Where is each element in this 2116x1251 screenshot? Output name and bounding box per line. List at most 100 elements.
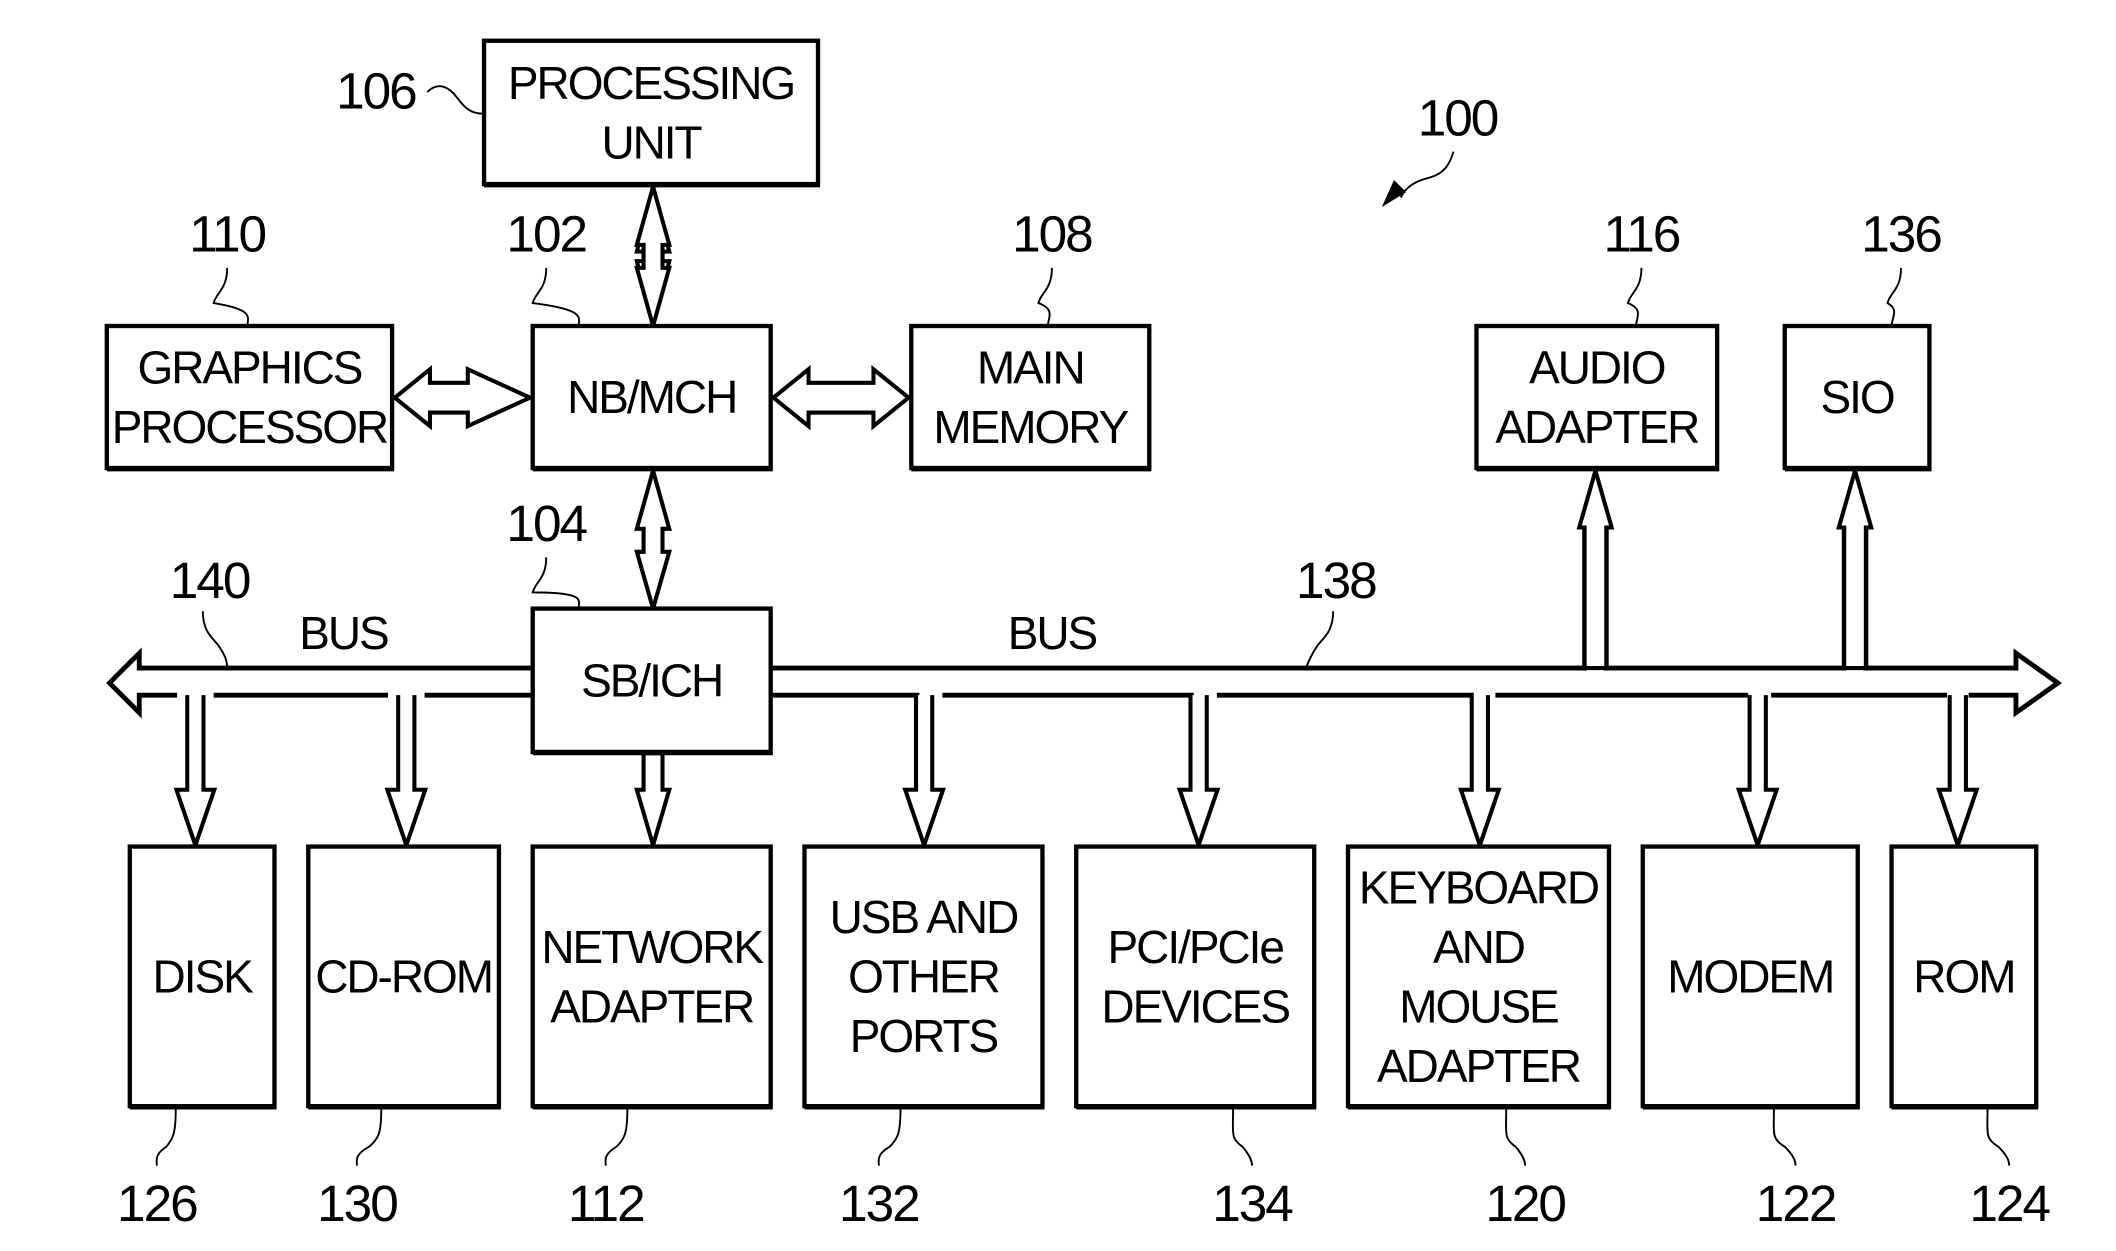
rom-ref: 124 bbox=[1969, 1174, 2050, 1232]
keyboard-mouse-label: KEYBOARD bbox=[1359, 861, 1598, 913]
usb-ports-ref: 132 bbox=[839, 1174, 919, 1232]
ref-leader bbox=[877, 1108, 902, 1166]
rom-block: ROM bbox=[1889, 844, 2039, 1110]
nb-mch-block: NB/MCH bbox=[530, 323, 773, 472]
figure-reference: 100 bbox=[1381, 88, 1500, 208]
ref-leader bbox=[531, 557, 581, 609]
modem-ref: 122 bbox=[1756, 1174, 1836, 1232]
keyboard-mouse-label: MOUSE bbox=[1399, 980, 1558, 1032]
system-block-diagram: 100 PROCESSING UNIT GRAPHICS PROCESSOR NB/MC… bbox=[104, 38, 2063, 1232]
bus-modem-arrow bbox=[1735, 695, 1780, 852]
bus-audio-arrow bbox=[1576, 463, 1615, 671]
network-adapter-block: NETWORK ADAPTER bbox=[530, 844, 773, 1110]
processing-unit-label: UNIT bbox=[601, 116, 702, 168]
cd-rom-block: CD-ROM bbox=[306, 844, 502, 1110]
nb-mch-label: NB/MCH bbox=[567, 371, 736, 423]
usb-ports-label: USB AND bbox=[830, 891, 1018, 943]
bus-left-label: BUS bbox=[299, 607, 388, 659]
ref-leader bbox=[1231, 1108, 1253, 1166]
network-adapter-label: ADAPTER bbox=[550, 980, 754, 1032]
bus-keyboard-mouse-arrow bbox=[1458, 695, 1502, 852]
main-memory-block: MAIN MEMORY bbox=[909, 323, 1152, 472]
graphics-processor-label: GRAPHICS bbox=[138, 341, 362, 393]
pci-devices-ref: 134 bbox=[1212, 1174, 1293, 1232]
ref-leader bbox=[1626, 267, 1643, 327]
keyboard-mouse-label: AND bbox=[1433, 921, 1524, 973]
pci-devices-label: PCI/PCIe bbox=[1108, 921, 1284, 973]
pu-nbmch-arrow bbox=[634, 179, 672, 334]
ref-leader bbox=[212, 267, 249, 327]
graphics-processor-block: GRAPHICS PROCESSOR bbox=[104, 323, 395, 472]
sb-ich-ref: 104 bbox=[506, 494, 587, 552]
processing-unit-ref: 106 bbox=[336, 61, 416, 119]
bus-drop-arrows bbox=[173, 695, 1980, 852]
main-memory-label: MAIN bbox=[977, 341, 1084, 393]
bus-disk-arrow bbox=[173, 695, 218, 852]
sb-ich-block: SB/ICH bbox=[530, 606, 773, 756]
main-memory-ref: 108 bbox=[1012, 205, 1092, 263]
ref-leader bbox=[1772, 1108, 1797, 1166]
nb-mch-ref: 102 bbox=[506, 205, 586, 263]
ref-leader bbox=[604, 1108, 629, 1166]
nbmch-sbich-arrow bbox=[634, 463, 672, 616]
ref-leader bbox=[1037, 267, 1053, 327]
main-memory-label: MEMORY bbox=[933, 401, 1128, 453]
bus-rom-arrow bbox=[1936, 695, 1980, 852]
bus-cd-rom-arrow bbox=[384, 695, 429, 852]
audio-adapter-block: AUDIO ADAPTER bbox=[1474, 323, 1720, 472]
audio-adapter-ref: 116 bbox=[1604, 205, 1680, 263]
graphics-processor-label: PROCESSOR bbox=[112, 401, 388, 453]
processing-unit-block: PROCESSING UNIT bbox=[481, 38, 821, 188]
bus-right-label: BUS bbox=[1008, 607, 1097, 659]
network-adapter-label: NETWORK bbox=[541, 921, 764, 973]
ref-leader bbox=[1986, 1108, 2011, 1166]
disk-ref: 126 bbox=[117, 1174, 197, 1232]
disk-label: DISK bbox=[153, 951, 255, 1003]
sio-label: SIO bbox=[1821, 371, 1894, 423]
ref-leader bbox=[1886, 267, 1902, 327]
usb-ports-label: PORTS bbox=[850, 1010, 998, 1062]
graphics-processor-ref: 110 bbox=[189, 205, 265, 263]
ref-leader bbox=[1505, 1108, 1527, 1166]
bus-usb-ports-arrow bbox=[902, 695, 946, 852]
figure-ref-number: 100 bbox=[1418, 88, 1498, 146]
cd-rom-ref: 130 bbox=[317, 1174, 397, 1232]
usb-ports-label: OTHER bbox=[848, 951, 1000, 1003]
modem-block: MODEM bbox=[1640, 844, 1860, 1110]
sio-block: SIO bbox=[1782, 323, 1932, 472]
keyboard-mouse-label: ADAPTER bbox=[1377, 1040, 1581, 1092]
usb-ports-block: USB AND OTHER PORTS bbox=[802, 844, 1045, 1110]
bus-sio-arrow bbox=[1836, 463, 1874, 671]
audio-adapter-label: ADAPTER bbox=[1495, 401, 1699, 453]
bus-right-leader bbox=[1305, 611, 1335, 669]
pci-devices-box bbox=[1074, 844, 1317, 1109]
disk-block: DISK bbox=[127, 844, 277, 1110]
network-adapter-box bbox=[530, 844, 773, 1109]
ref-leader bbox=[531, 267, 581, 327]
figure-ref-arrowhead-icon bbox=[1381, 179, 1407, 208]
nbmch-memory-arrow bbox=[770, 365, 912, 431]
bus-labels: BUS BUS 140 138 bbox=[170, 551, 1378, 669]
ref-leader bbox=[155, 1108, 177, 1166]
keyboard-mouse-block: KEYBOARD AND MOUSE ADAPTER bbox=[1345, 844, 1612, 1110]
keyboard-mouse-ref: 120 bbox=[1485, 1174, 1565, 1232]
graphics-nbmch-arrow bbox=[391, 365, 535, 431]
sbich-network-arrow bbox=[634, 751, 672, 853]
bus-pci-devices-arrow bbox=[1176, 695, 1221, 852]
processing-unit-label: PROCESSING bbox=[508, 57, 794, 109]
ref-leader bbox=[426, 85, 485, 115]
sio-ref: 136 bbox=[1861, 205, 1941, 263]
bus-left-leader bbox=[201, 611, 229, 669]
bus-right-ref: 138 bbox=[1296, 551, 1376, 609]
bus-left-arrow bbox=[106, 647, 533, 719]
network-adapter-ref: 112 bbox=[568, 1174, 644, 1232]
figure-ref-leader bbox=[1399, 151, 1455, 199]
modem-label: MODEM bbox=[1667, 951, 1833, 1003]
pci-devices-block: PCI/PCIe DEVICES bbox=[1074, 844, 1317, 1110]
bus-left-ref: 140 bbox=[170, 551, 250, 609]
ref-leader bbox=[355, 1108, 383, 1166]
pci-devices-label: DEVICES bbox=[1101, 980, 1289, 1032]
rom-label: ROM bbox=[1913, 951, 2014, 1003]
sb-ich-label: SB/ICH bbox=[581, 654, 722, 706]
cd-rom-label: CD-ROM bbox=[315, 951, 492, 1003]
